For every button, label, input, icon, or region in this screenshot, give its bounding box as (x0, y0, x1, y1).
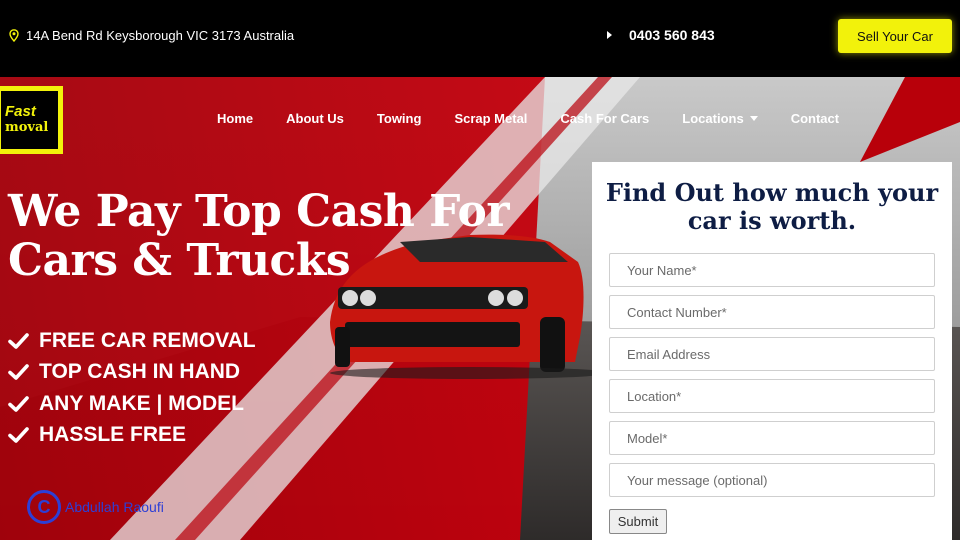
feature-item: ANY MAKE | MODEL (8, 388, 256, 420)
address[interactable]: 14A Bend Rd Keysborough VIC 3173 Austral… (9, 28, 294, 43)
logo-text-line2: moval (5, 120, 49, 135)
nav-towing[interactable]: Towing (377, 111, 422, 126)
feature-text: HASSLE FREE (39, 423, 187, 447)
hero-section: Fast moval Home About Us Towing Scrap Me… (0, 77, 960, 540)
top-bar: 14A Bend Rd Keysborough VIC 3173 Austral… (0, 0, 960, 77)
message-input[interactable] (609, 463, 935, 497)
nav-cash-for-cars[interactable]: Cash For Cars (560, 111, 649, 126)
map-pin-icon (9, 29, 19, 42)
name-input[interactable] (609, 253, 935, 287)
feature-text: FREE CAR REMOVAL (39, 328, 256, 352)
watermark-text: Abdullah Raoufi (65, 499, 164, 515)
email-input[interactable] (609, 337, 935, 371)
play-arrow-icon (607, 31, 612, 39)
model-input[interactable] (609, 421, 935, 455)
valuation-form: Find Out how much your car is worth. Sub… (592, 162, 952, 540)
feature-list: FREE CAR REMOVAL TOP CASH IN HAND ANY MA… (8, 325, 256, 451)
headline-line1: We Pay Top Cash For (8, 186, 510, 237)
contact-number-input[interactable] (609, 295, 935, 329)
nav-about-us[interactable]: About Us (286, 111, 344, 126)
headline-line2: Cars & Trucks (8, 235, 351, 286)
hero-headline: We Pay Top Cash For Cars & Trucks (8, 186, 510, 286)
feature-text: TOP CASH IN HAND (39, 360, 241, 384)
phone-number: 0403 560 843 (629, 27, 715, 43)
site-logo[interactable]: Fast moval (0, 86, 63, 154)
logo-text-line1: Fast (5, 103, 36, 120)
sell-your-car-button[interactable]: Sell Your Car (838, 19, 952, 53)
feature-item: TOP CASH IN HAND (8, 357, 256, 389)
nav-locations[interactable]: Locations (682, 111, 758, 126)
address-text: 14A Bend Rd Keysborough VIC 3173 Austral… (26, 28, 295, 43)
submit-button[interactable]: Submit (609, 509, 667, 534)
location-input[interactable] (609, 379, 935, 413)
nav-home[interactable]: Home (217, 111, 253, 126)
watermark: C Abdullah Raoufi (27, 490, 164, 524)
checkmark-icon (8, 395, 29, 412)
feature-item: FREE CAR REMOVAL (8, 325, 256, 357)
main-nav: Home About Us Towing Scrap Metal Cash Fo… (217, 111, 872, 126)
checkmark-icon (8, 427, 29, 444)
copyright-icon: C (27, 490, 61, 524)
nav-locations-label: Locations (682, 111, 744, 126)
checkmark-icon (8, 332, 29, 349)
phone[interactable]: 0403 560 843 (607, 27, 715, 43)
form-title: Find Out how much your car is worth. (605, 178, 939, 235)
feature-text: ANY MAKE | MODEL (39, 391, 244, 415)
feature-item: HASSLE FREE (8, 420, 256, 452)
chevron-down-icon (749, 116, 758, 121)
checkmark-icon (8, 364, 29, 381)
nav-scrap-metal[interactable]: Scrap Metal (454, 111, 527, 126)
nav-contact[interactable]: Contact (791, 111, 839, 126)
